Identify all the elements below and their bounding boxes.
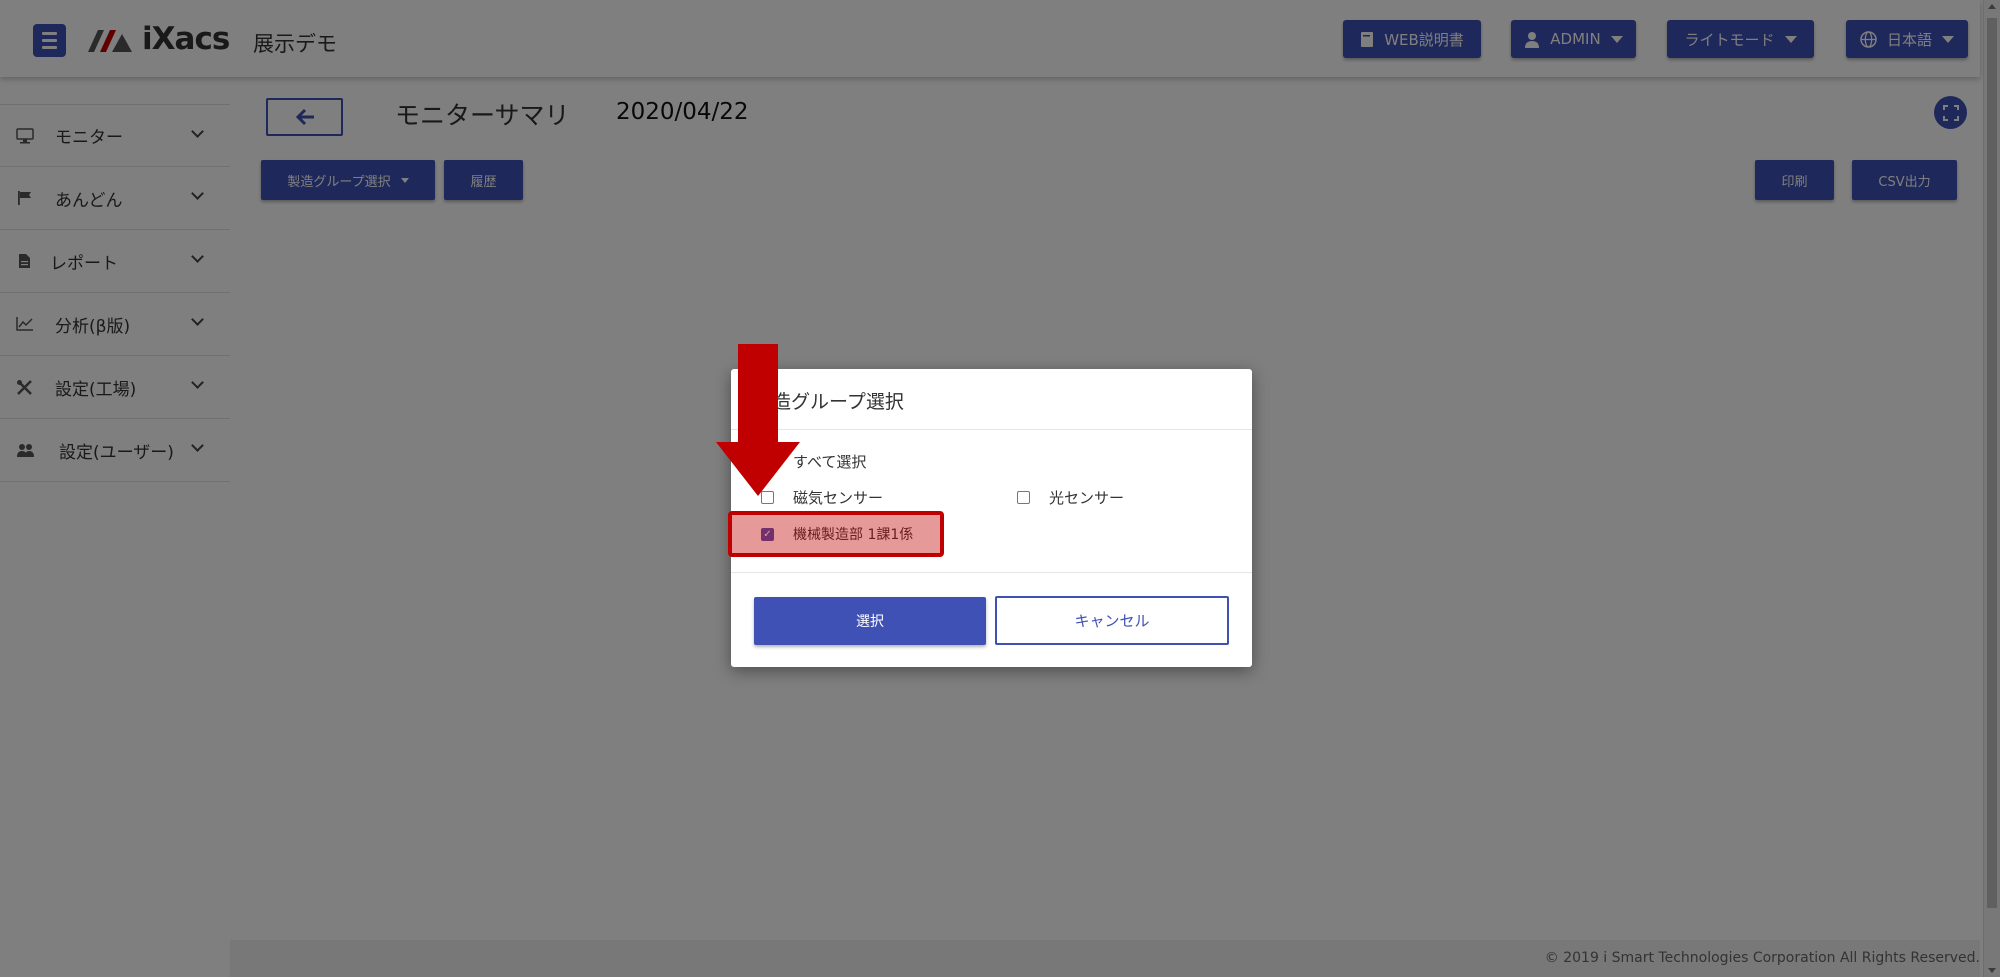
checkbox-label: 光センサー [1049,489,1125,507]
option-optical-sensor[interactable]: 光センサー [1017,487,1124,508]
select-button[interactable]: 選択 [754,597,986,645]
checkbox-label: すべて選択 [793,453,867,471]
cancel-button[interactable]: キャンセル [995,596,1229,645]
dialog-header: 製造グループ選択 [731,369,1252,430]
checkbox-label: 磁気センサー [793,489,884,507]
annotation-arrow-down-icon [716,344,800,496]
checkbox[interactable] [1017,491,1030,504]
group-select-dialog: 製造グループ選択 すべて選択 磁気センサー 光センサー ✓ 機械製造部 1課1係… [728,369,1252,667]
annotation-highlight-box [728,511,944,557]
